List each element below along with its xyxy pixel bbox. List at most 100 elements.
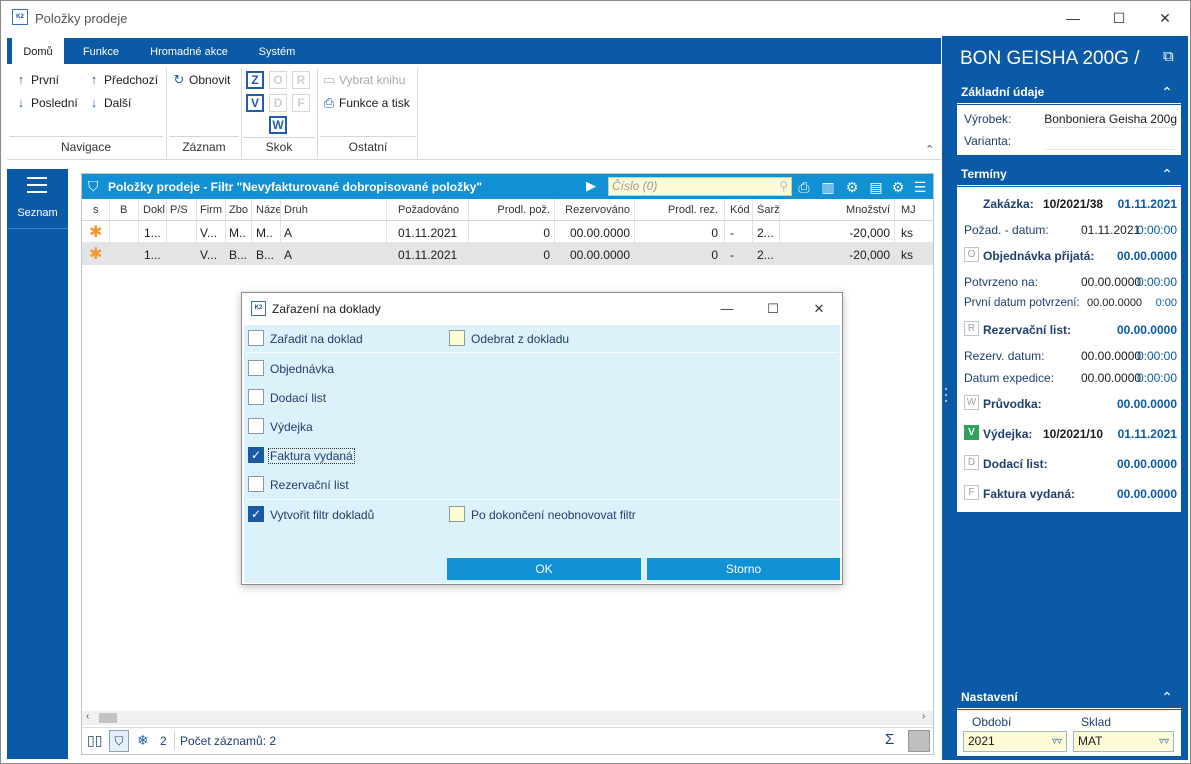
book-icon[interactable]: ▯▯ [87,732,102,749]
last-button[interactable]: ↓ Poslední [14,95,78,110]
search-input[interactable]: Číslo (0) ⚲ [608,177,792,196]
label-vyrobek: Výrobek: [964,112,1012,126]
chevron-up-icon[interactable]: ⌃ [1155,685,1179,709]
column-header[interactable]: P/S [170,204,188,216]
minimize-icon[interactable]: — [1050,1,1096,35]
column-header[interactable]: Dokl [143,204,165,216]
chart-icon[interactable]: ▥ [818,177,838,197]
zaradit-checkbox[interactable] [248,330,264,346]
sklad-select[interactable]: MAT ▿▿ [1073,731,1174,752]
next-button[interactable]: ↓ Další [87,95,132,110]
storno-button[interactable]: Storno [647,558,840,580]
arrow-down-icon: ↓ [90,95,98,110]
rezervacni-list-checkbox[interactable] [248,476,264,492]
column-header[interactable]: Množství [812,204,890,216]
column-header[interactable]: Prodl. pož. [492,204,550,216]
faktura-vydana-label[interactable]: Faktura vydaná [268,448,355,464]
maximize-icon[interactable]: ☐ [750,293,796,324]
faktura-vydana-checkbox[interactable]: ✓ [248,447,264,463]
section-header-terminy[interactable]: Termíny ⌃ [957,162,1181,186]
column-header[interactable]: Firm [200,204,224,216]
tab-domu[interactable]: Domů [12,38,64,64]
tab-system[interactable]: Systém [247,38,307,64]
odebrat-checkbox[interactable] [449,330,465,346]
vytvorit-filtr-checkbox[interactable]: ✓ [248,506,264,522]
cell-firm: V... [200,226,217,240]
maximize-icon[interactable]: ☐ [1096,1,1142,35]
minimize-icon[interactable]: — [704,293,750,324]
snowflake-icon[interactable]: ❄ [137,732,149,749]
close-icon[interactable]: ✕ [1142,1,1188,35]
dialog-title-bar: K2 Zařazení na doklady — ☐ ✕ [242,293,842,324]
seznam-button[interactable]: Seznam [7,169,68,229]
column-header[interactable]: Zbo [229,204,251,216]
previous-button[interactable]: ↑ Předchozí [87,72,158,87]
jump-v-button[interactable]: V [246,94,264,112]
column-header[interactable]: Kód [730,204,750,216]
scroll-thumb[interactable] [99,713,117,723]
gear-icon[interactable]: ⚙ [888,177,908,197]
column-header[interactable]: Prodl. rez. [648,204,718,216]
value-vyrobek: Bonboniera Geisha 200g [1044,112,1177,126]
panel-splitter[interactable] [942,36,950,760]
play-arrow-icon[interactable]: ▶ [586,178,596,194]
rezervacni-list-label[interactable]: Rezervační list [270,478,349,492]
objednavka-checkbox[interactable] [248,360,264,376]
obdobi-select[interactable]: 2021 ▿▿ [963,731,1067,752]
table-row[interactable]: ✱ 1... V... B... B... A 01.11.2021 0 00.… [82,243,933,265]
close-icon[interactable]: ✕ [796,293,842,324]
horizontal-scrollbar[interactable]: ‹ › [82,711,933,725]
chevron-up-icon[interactable]: ⌃ [1155,162,1179,186]
cell-rezervovano: 00.00.0000 [569,248,630,262]
dodaci-list-label[interactable]: Dodací list [270,391,326,405]
tree-icon[interactable]: ⚙ [842,177,862,197]
tab-hromadne-akce[interactable]: Hromadné akce [141,38,237,64]
printer-icon[interactable]: ⎙ [794,177,814,197]
column-header[interactable]: Šarž [757,204,781,216]
first-button[interactable]: ↑ První [14,72,59,87]
refresh-button[interactable]: ↻ Obnovit [172,72,231,88]
functions-print-button[interactable]: ⎙ Funkce a tisk [322,95,410,111]
table-row[interactable]: ✱ 1... V... M.. M.. A 01.11.2021 0 00.00… [82,221,933,243]
neobnovovat-filtr-checkbox[interactable] [449,506,465,522]
section-header-nastaveni[interactable]: Nastavení ⌃ [957,685,1181,709]
column-header[interactable]: MJ [901,204,916,216]
hamburger-icon[interactable]: ☰ [910,177,930,197]
filter-icon[interactable]: ⛉ [88,178,102,194]
sigma-icon[interactable]: Σ [885,731,894,748]
column-header[interactable]: B [120,204,127,216]
column-header[interactable]: Druh [284,204,308,216]
objednavka-label[interactable]: Objednávka [270,362,334,376]
vydejka-label[interactable]: Výdejka [270,420,313,434]
scroll-left-icon[interactable]: ‹ [86,711,89,722]
columns-icon[interactable]: ▤ [866,177,886,197]
column-header[interactable]: Náze [256,204,280,216]
neobnovovat-filtr-label[interactable]: Po dokončení neobnovovat filtr [471,508,636,522]
collapse-ribbon-icon[interactable]: ⌃ [925,143,934,156]
column-header[interactable]: Požadováno [398,204,459,216]
jump-z-button[interactable]: Z [246,71,264,89]
tab-funkce[interactable]: Funkce [73,38,129,64]
seznam-label: Seznam [17,207,58,219]
ok-button[interactable]: OK [447,558,641,580]
zaradit-label[interactable]: Zařadit na doklad [270,332,363,346]
chevron-up-icon[interactable]: ⌃ [1155,80,1179,104]
cell-zbozi: M.. [229,226,246,240]
section-header-zakladni[interactable]: Základní údaje ⌃ [957,80,1181,104]
external-link-icon[interactable]: ⧉ [1163,48,1174,65]
vytvorit-filtr-label[interactable]: Vytvořit filtr dokladů [270,508,374,522]
grid-options-button[interactable] [908,730,930,752]
label-rezervacni-list: Rezervační list: [983,323,1072,337]
cell-sarze: 2... [757,248,774,262]
jump-w-button[interactable]: W [269,116,287,134]
status-divider [174,732,175,750]
record-count: Počet záznamů: 2 [180,734,277,748]
column-header[interactable]: s [93,204,99,216]
odebrat-label[interactable]: Odebrat z dokladu [471,332,569,346]
dodaci-list-checkbox[interactable] [248,389,264,405]
title-bar: K2 Položky prodeje — ☐ ✕ [1,1,1190,35]
scroll-right-icon[interactable]: › [922,711,925,722]
vydejka-checkbox[interactable] [248,418,264,434]
column-header[interactable]: Rezervováno [560,204,630,216]
filter-icon[interactable]: ⛉ [109,730,129,752]
